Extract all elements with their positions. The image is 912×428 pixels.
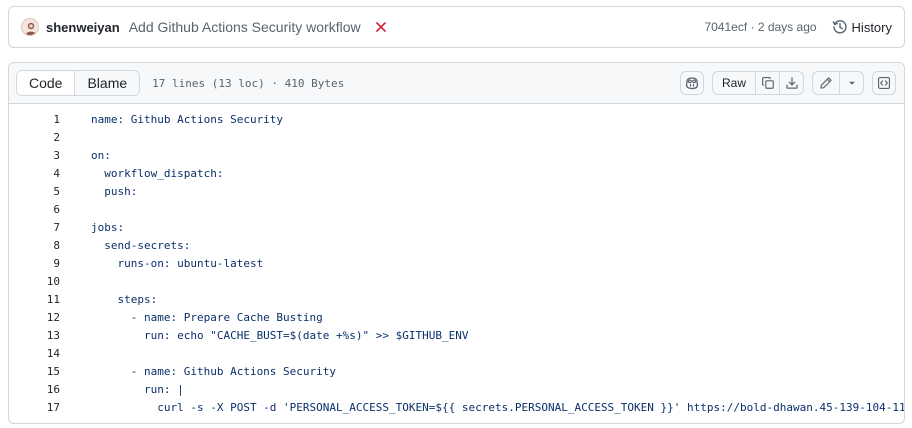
line-content: steps: <box>91 292 158 306</box>
author-avatar[interactable] <box>21 18 39 36</box>
edit-file-button[interactable] <box>813 72 839 94</box>
commit-author-link[interactable]: shenweiyan <box>46 20 120 35</box>
line-content: name: Github Actions Security <box>91 112 284 126</box>
line-content: run: | <box>91 382 184 396</box>
line-content: run: echo "CACHE_BUST=$(date +%s)" >> $G… <box>91 328 469 342</box>
code-line: 15 - name: Github Actions Security <box>9 362 904 380</box>
code-line: 2 <box>9 128 904 146</box>
commit-meta: 7041ecf · 2 days ago <box>704 20 816 34</box>
code-line: 16 run: | <box>9 380 904 398</box>
line-number[interactable]: 13 <box>9 329 60 342</box>
line-number[interactable]: 6 <box>9 203 60 216</box>
chevron-down-icon <box>848 81 855 85</box>
history-button[interactable]: History <box>832 19 892 35</box>
code-line: 6 <box>9 200 904 218</box>
line-number[interactable]: 12 <box>9 311 60 324</box>
line-content: runs-on: ubuntu-latest <box>91 256 264 270</box>
code-line: 9 runs-on: ubuntu-latest <box>9 254 904 272</box>
code-line: 1 name: Github Actions Security <box>9 110 904 128</box>
line-content: curl -s -X POST -d 'PERSONAL_ACCESS_TOKE… <box>91 400 905 414</box>
line-number[interactable]: 16 <box>9 383 60 396</box>
file-header: Code Blame 17 lines (13 loc) · 410 Bytes… <box>9 63 904 104</box>
file-actions: Raw <box>679 71 896 95</box>
commit-sha-link[interactable]: 7041ecf <box>704 20 747 34</box>
code-line: 11 steps: <box>9 290 904 308</box>
tab-blame[interactable]: Blame <box>75 71 139 95</box>
file-viewer: Code Blame 17 lines (13 loc) · 410 Bytes… <box>8 62 905 424</box>
history-label: History <box>851 19 892 35</box>
copy-raw-button[interactable] <box>755 72 779 94</box>
code-line: 3 on: <box>9 146 904 164</box>
code-line: 8 send-secrets: <box>9 236 904 254</box>
line-content: jobs: <box>91 220 125 234</box>
code-view[interactable]: 1 name: Github Actions Security 2 3 on: 4 wor… <box>9 104 904 416</box>
line-number[interactable]: 3 <box>9 149 60 162</box>
latest-commit-bar: shenweiyan Add Github Actions Security w… <box>8 6 905 48</box>
raw-button[interactable]: Raw <box>713 72 755 94</box>
code-square-icon <box>878 77 890 89</box>
line-number[interactable]: 9 <box>9 257 60 270</box>
code-line: 14 <box>9 344 904 362</box>
code-line: 7 jobs: <box>9 218 904 236</box>
code-line: 12 - name: Prepare Cache Busting <box>9 308 904 326</box>
view-toggle: Code Blame <box>16 70 141 96</box>
commit-message-link[interactable]: Add Github Actions Security workflow <box>129 19 361 35</box>
copy-icon <box>761 77 774 89</box>
download-icon <box>785 77 798 89</box>
line-number[interactable]: 1 <box>9 113 60 126</box>
code-line: 10 <box>9 272 904 290</box>
file-info: 17 lines (13 loc) · 410 Bytes <box>152 76 345 90</box>
line-number[interactable]: 17 <box>9 401 60 414</box>
pencil-icon <box>820 77 832 89</box>
line-number[interactable]: 7 <box>9 221 60 234</box>
line-content: send-secrets: <box>91 238 191 252</box>
edit-group <box>812 71 864 95</box>
line-number[interactable]: 11 <box>9 293 60 306</box>
line-number[interactable]: 15 <box>9 365 60 378</box>
meta-separator: · <box>747 20 758 34</box>
copilot-button[interactable] <box>679 71 704 95</box>
line-content: workflow_dispatch: <box>91 166 224 180</box>
line-number[interactable]: 14 <box>9 347 60 360</box>
commit-time: 2 days ago <box>757 20 817 34</box>
line-content: push: <box>91 184 138 198</box>
line-number[interactable]: 5 <box>9 185 60 198</box>
code-line: 4 workflow_dispatch: <box>9 164 904 182</box>
line-number[interactable]: 8 <box>9 239 60 252</box>
line-content: on: <box>91 148 111 162</box>
download-raw-button[interactable] <box>779 72 803 94</box>
line-content: - name: Prepare Cache Busting <box>91 310 323 324</box>
code-line: 17 curl -s -X POST -d 'PERSONAL_ACCESS_T… <box>9 398 904 416</box>
raw-copy-download-group: Raw <box>711 71 804 95</box>
x-icon[interactable] <box>375 21 387 33</box>
avatar-icon <box>25 22 37 35</box>
history-icon <box>832 20 847 34</box>
copilot-icon <box>685 77 699 90</box>
code-line: 5 push: <box>9 182 904 200</box>
tab-code[interactable]: Code <box>17 71 76 95</box>
line-number[interactable]: 10 <box>9 275 60 288</box>
line-number[interactable]: 2 <box>9 131 60 144</box>
symbols-panel-button[interactable] <box>872 71 896 95</box>
line-number[interactable]: 4 <box>9 167 60 180</box>
line-content: - name: Github Actions Security <box>91 364 337 378</box>
code-line: 13 run: echo "CACHE_BUST=$(date +%s)" >>… <box>9 326 904 344</box>
more-edit-options-button[interactable] <box>839 72 863 94</box>
